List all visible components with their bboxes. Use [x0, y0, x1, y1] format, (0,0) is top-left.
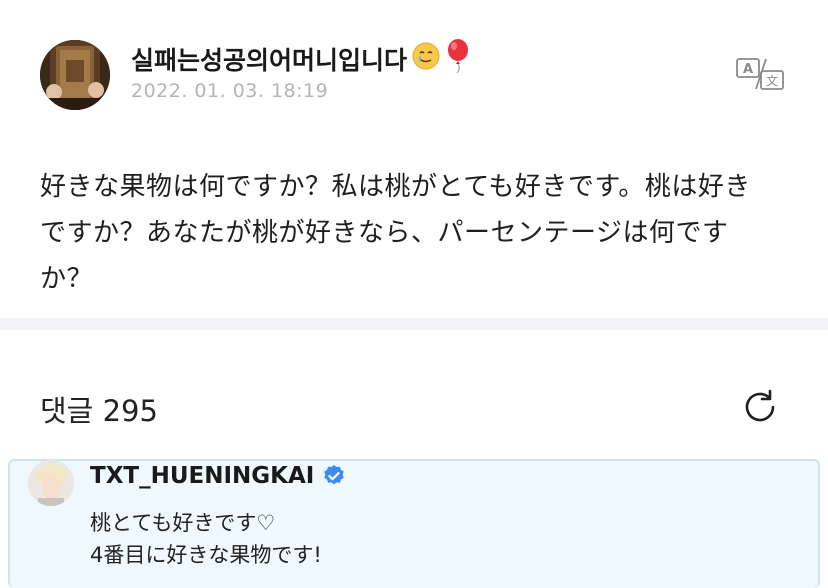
- section-divider: [0, 318, 828, 330]
- post-body-line: ですか？あなたが桃が好きなら、パーセンテージは何です: [40, 218, 729, 248]
- comment-text-line: 桃とても好きです♡: [90, 511, 276, 535]
- svg-text:A: A: [743, 62, 753, 77]
- translate-button[interactable]: A 文: [734, 55, 786, 93]
- comment-text-line: 4番目に好きな果物です!: [90, 543, 322, 567]
- post-date: 2022. 01. 03. 18:19: [131, 80, 329, 102]
- comment-author-avatar[interactable]: [28, 460, 74, 506]
- comment-author[interactable]: TXT_HUENINGKAI: [90, 461, 346, 491]
- post-body-line: か？: [40, 264, 94, 294]
- post-body-line: 好きな果物は何ですか？私は桃がとても好きです。桃は好き: [40, 172, 751, 202]
- author-avatar[interactable]: [40, 40, 110, 110]
- verified-badge-icon: [324, 465, 345, 485]
- refresh-icon: [745, 389, 775, 422]
- refresh-button[interactable]: [740, 387, 780, 427]
- comments-header: 댓글 295: [40, 388, 158, 430]
- comment-text: 桃とても好きです♡ 4番目に好きな果物です!: [90, 507, 322, 571]
- balloon-emoji-icon: [445, 38, 471, 80]
- post-header: 실패는성공의어머니입니다 2022. 01. 03. 18:19 A 文: [0, 0, 828, 130]
- crying-smile-emoji-icon: [411, 41, 441, 77]
- translate-icon: A 文: [736, 58, 784, 90]
- comments-count: 295: [102, 394, 158, 428]
- comment-item[interactable]: TXT_HUENINGKAI 桃とても好きです♡ 4番目に好きな果物です!: [8, 459, 820, 588]
- author-name[interactable]: 실패는성공의어머니입니다: [131, 38, 471, 80]
- comments-label: 댓글: [40, 394, 94, 428]
- author-name-text: 실패는성공의어머니입니다: [131, 46, 408, 75]
- comment-author-name: TXT_HUENINGKAI: [90, 463, 315, 489]
- post-body: 好きな果物は何ですか？私は桃がとても好きです。桃は好き ですか？あなたが桃が好き…: [40, 164, 800, 302]
- svg-text:文: 文: [766, 73, 778, 88]
